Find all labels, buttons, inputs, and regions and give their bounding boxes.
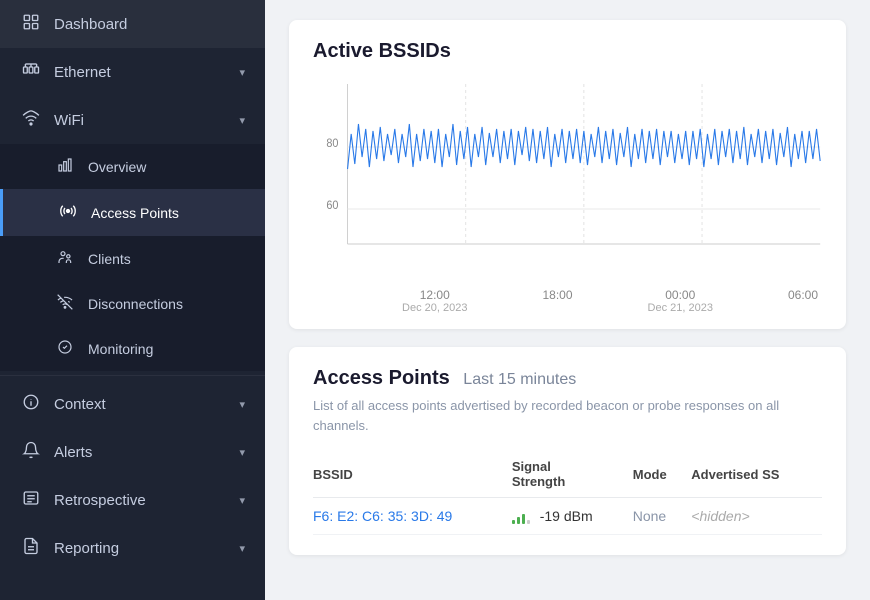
- info-icon: [20, 393, 42, 415]
- cell-signal: -19 dBm: [512, 498, 633, 535]
- clients-icon: [54, 249, 76, 268]
- chart-icon: [54, 157, 76, 176]
- col-bssid: BSSID: [313, 451, 512, 498]
- signal-value: -19 dBm: [540, 508, 593, 524]
- signal-bars-icon: [512, 510, 530, 524]
- chart-x-labels: 12:00 Dec 20, 2023 18:00 00:00 Dec 21, 2…: [313, 288, 822, 314]
- disconnections-icon: [54, 294, 76, 313]
- cell-mode: None: [633, 498, 692, 535]
- cell-advertised-ss: <hidden>: [691, 498, 822, 535]
- bell-icon: [20, 441, 42, 463]
- sidebar: Dashboard Ethernet ▾ WiFi ▾: [0, 0, 265, 600]
- chevron-down-icon: ▾: [239, 494, 245, 507]
- ethernet-icon: [20, 61, 42, 83]
- access-points-table: BSSID SignalStrength Mode Advertised SS …: [313, 451, 822, 535]
- x-time: 06:00: [788, 288, 818, 302]
- sidebar-label-disconnections: Disconnections: [88, 296, 245, 312]
- signal-bar-1: [512, 520, 515, 524]
- bssid-link[interactable]: F6: E2: C6: 35: 3D: 49: [313, 508, 452, 524]
- sidebar-item-access-points[interactable]: Access Points: [0, 189, 265, 236]
- x-label-0600: 06:00: [788, 288, 818, 314]
- chevron-down-icon: ▾: [239, 398, 245, 411]
- chevron-down-icon: ▾: [239, 114, 245, 127]
- ap-icon: [57, 202, 79, 223]
- sidebar-label-ethernet: Ethernet: [54, 64, 227, 81]
- sidebar-item-retrospective[interactable]: Retrospective ▾: [0, 476, 265, 524]
- section-title: Access Points Last 15 minutes: [313, 367, 822, 390]
- divider-1: [0, 375, 265, 376]
- chart-container: 80 60 12:00 Dec 20, 2023: [313, 79, 822, 309]
- sidebar-item-overview[interactable]: Overview: [0, 144, 265, 189]
- cell-bssid: F6: E2: C6: 35: 3D: 49: [313, 498, 512, 535]
- x-time: 18:00: [542, 288, 572, 302]
- x-label-1800: 18:00: [542, 288, 572, 314]
- table-header-row: BSSID SignalStrength Mode Advertised SS: [313, 451, 822, 498]
- sidebar-item-alerts[interactable]: Alerts ▾: [0, 428, 265, 476]
- list-icon: [20, 489, 42, 511]
- svg-text:80: 80: [326, 138, 338, 151]
- sidebar-item-monitoring[interactable]: Monitoring: [0, 326, 265, 371]
- x-time: 00:00: [665, 288, 695, 302]
- sidebar-label-wifi: WiFi: [54, 112, 227, 129]
- wifi-icon: [20, 109, 42, 131]
- sidebar-label-context: Context: [54, 396, 227, 413]
- signal-bar-4: [527, 520, 530, 524]
- sidebar-label-dashboard: Dashboard: [54, 16, 245, 33]
- chevron-down-icon: ▾: [239, 542, 245, 555]
- chevron-down-icon: ▾: [239, 66, 245, 79]
- chart-title: Active BSSIDs: [313, 40, 822, 63]
- sidebar-item-dashboard[interactable]: Dashboard: [0, 0, 265, 48]
- col-signal: SignalStrength: [512, 451, 633, 498]
- svg-text:60: 60: [326, 200, 338, 213]
- col-advertised-ss: Advertised SS: [691, 451, 822, 498]
- sidebar-item-reporting[interactable]: Reporting ▾: [0, 524, 265, 572]
- sidebar-item-wifi[interactable]: WiFi ▾: [0, 96, 265, 144]
- sidebar-label-overview: Overview: [88, 159, 245, 175]
- sidebar-item-disconnections[interactable]: Disconnections: [0, 281, 265, 326]
- sidebar-label-clients: Clients: [88, 251, 245, 267]
- sidebar-item-clients[interactable]: Clients: [0, 236, 265, 281]
- section-subtitle: Last 15 minutes: [463, 371, 576, 388]
- col-mode: Mode: [633, 451, 692, 498]
- section-title-main: Access Points: [313, 367, 450, 389]
- wifi-submenu: Overview Access Points Clients: [0, 144, 265, 371]
- sidebar-label-access-points: Access Points: [91, 205, 245, 221]
- access-points-card: Access Points Last 15 minutes List of al…: [289, 347, 846, 555]
- chevron-down-icon: ▾: [239, 446, 245, 459]
- sidebar-item-context[interactable]: Context ▾: [0, 380, 265, 428]
- main-content: Active BSSIDs 80 60: [265, 0, 870, 600]
- table-row: F6: E2: C6: 35: 3D: 49 -19 dBm None <hid…: [313, 498, 822, 535]
- monitoring-icon: [54, 339, 76, 358]
- sidebar-item-ethernet[interactable]: Ethernet ▾: [0, 48, 265, 96]
- x-label-1200: 12:00 Dec 20, 2023: [402, 288, 467, 314]
- chart-card: Active BSSIDs 80 60: [289, 20, 846, 329]
- sidebar-label-alerts: Alerts: [54, 444, 227, 461]
- sidebar-label-monitoring: Monitoring: [88, 341, 245, 357]
- x-date: Dec 20, 2023: [402, 302, 467, 314]
- reporting-icon: [20, 537, 42, 559]
- x-label-0000: 00:00 Dec 21, 2023: [648, 288, 713, 314]
- grid-icon: [20, 13, 42, 35]
- x-time: 12:00: [420, 288, 450, 302]
- x-date: Dec 21, 2023: [648, 302, 713, 314]
- section-description: List of all access points advertised by …: [313, 396, 822, 435]
- sidebar-label-reporting: Reporting: [54, 540, 227, 557]
- signal-bar-2: [517, 517, 520, 524]
- bssid-chart: 80 60: [313, 79, 822, 279]
- sidebar-label-retrospective: Retrospective: [54, 492, 227, 509]
- signal-bar-3: [522, 514, 525, 524]
